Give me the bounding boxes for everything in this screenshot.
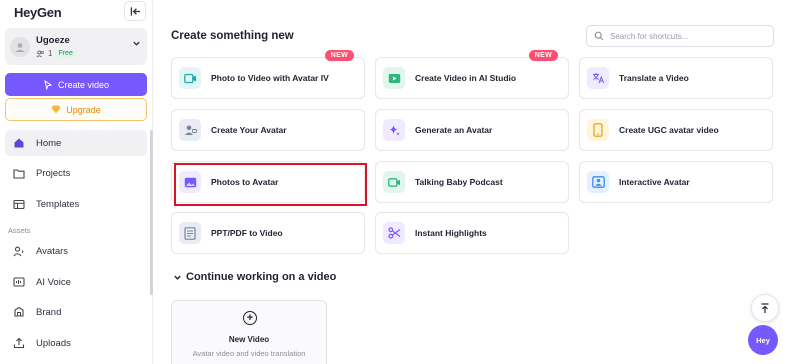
create-avatar-icon <box>179 119 201 141</box>
sidebar: HeyGen Ugoeze 1 Free Create video Upgrad… <box>0 0 153 364</box>
collapse-sidebar-button[interactable] <box>124 1 146 21</box>
templates-icon <box>13 199 25 209</box>
collapse-icon <box>130 6 140 16</box>
sidebar-item-label: AI Voice <box>36 276 71 288</box>
card-ppt-pdf-to-video[interactable]: PPT/PDF to Video <box>171 212 365 254</box>
sidebar-item-templates[interactable]: Templates <box>5 191 147 217</box>
card-label: Create Video in AI Studio <box>415 73 517 83</box>
sidebar-item-label: Projects <box>36 167 71 179</box>
heygen-logo[interactable]: HeyGen <box>14 5 62 20</box>
card-create-your-avatar[interactable]: Create Your Avatar <box>171 109 365 151</box>
workspace-meta: 1 Free <box>36 49 76 58</box>
sidebar-item-home[interactable]: Home <box>5 130 147 156</box>
card-label: Create Your Avatar <box>211 125 287 135</box>
card-label: Talking Baby Podcast <box>415 177 503 187</box>
translate-icon <box>587 67 609 89</box>
voice-icon <box>13 276 25 287</box>
workspace-member-count: 1 <box>48 49 53 58</box>
members-icon <box>36 50 44 57</box>
upgrade-label: Upgrade <box>66 104 101 115</box>
workspace-switcher[interactable]: Ugoeze 1 Free <box>5 28 147 65</box>
card-label: Create UGC avatar video <box>619 125 719 135</box>
scissors-icon <box>383 222 405 244</box>
sidebar-item-label: Uploads <box>36 337 71 349</box>
sparkle-icon <box>383 119 405 141</box>
chevron-down-icon <box>133 41 140 46</box>
new-video-subtitle: Avatar video and video translation <box>192 349 306 358</box>
new-badge: NEW <box>324 50 354 61</box>
cursor-icon <box>44 79 53 90</box>
diamond-icon <box>51 105 61 114</box>
continue-working-header[interactable]: Continue working on a video <box>173 271 336 283</box>
search-input[interactable] <box>610 31 760 41</box>
workspace-avatar <box>10 37 30 57</box>
plan-badge: Free <box>55 49 76 58</box>
card-label: Translate a Video <box>619 73 689 83</box>
home-icon <box>14 138 24 148</box>
sidebar-item-projects[interactable]: Projects <box>5 160 147 186</box>
sidebar-scrollbar[interactable] <box>150 130 153 295</box>
new-badge: NEW <box>528 50 558 61</box>
sidebar-item-label: Brand <box>36 306 62 318</box>
card-interactive-avatar[interactable]: Interactive Avatar <box>579 161 773 203</box>
avatar-icon <box>13 246 24 256</box>
shortcut-search[interactable] <box>586 25 774 47</box>
page-title: Create something new <box>171 30 294 42</box>
new-video-title: New Video <box>228 335 270 344</box>
sidebar-item-brand[interactable]: Brand <box>5 299 147 325</box>
card-talking-baby-podcast[interactable]: Talking Baby Podcast <box>375 161 569 203</box>
phone-icon <box>587 119 609 141</box>
sidebar-item-label: Templates <box>36 198 80 210</box>
sidebar-item-ai-voice[interactable]: AI Voice <box>5 269 147 295</box>
hey-assistant-button[interactable]: Hey <box>748 325 778 355</box>
card-translate-video[interactable]: Translate a Video <box>579 57 773 99</box>
search-icon <box>594 31 604 41</box>
arrow-up-icon <box>761 302 769 313</box>
sidebar-item-label: Avatars <box>36 245 69 257</box>
sidebar-item-avatars[interactable]: Avatars <box>5 238 147 264</box>
workspace-name: Ugoeze <box>36 35 70 46</box>
card-label: Interactive Avatar <box>619 177 690 187</box>
create-video-button[interactable]: Create video <box>5 73 147 96</box>
card-label: Generate an Avatar <box>415 125 493 135</box>
sidebar-item-label: Home <box>36 137 62 149</box>
brand-icon <box>14 306 24 317</box>
scroll-to-top-button[interactable] <box>751 294 779 322</box>
ai-studio-icon <box>383 67 405 89</box>
folder-icon <box>13 168 25 179</box>
card-generate-avatar[interactable]: Generate an Avatar <box>375 109 569 151</box>
plus-icon: + <box>243 311 257 325</box>
continue-title: Continue working on a video <box>186 271 337 283</box>
upload-icon <box>13 337 25 349</box>
photo-video-icon <box>179 67 201 89</box>
new-video-card[interactable]: + New Video Avatar video and video trans… <box>171 300 327 364</box>
highlight-annotation <box>174 163 367 206</box>
card-label: Photo to Video with Avatar IV <box>211 73 329 83</box>
card-label: PPT/PDF to Video <box>211 228 283 238</box>
card-photo-to-video-avatar-iv[interactable]: Photo to Video with Avatar IV NEW <box>171 50 365 99</box>
card-label: Instant Highlights <box>415 228 487 238</box>
interactive-avatar-icon <box>587 171 609 193</box>
assets-section-label: Assets <box>8 226 31 235</box>
sidebar-item-uploads[interactable]: Uploads <box>5 330 147 356</box>
card-create-video-ai-studio[interactable]: Create Video in AI Studio NEW <box>375 50 569 99</box>
document-icon <box>179 222 201 244</box>
card-create-ugc-avatar-video[interactable]: Create UGC avatar video <box>579 109 773 151</box>
upgrade-button[interactable]: Upgrade <box>5 98 147 121</box>
chevron-down-icon <box>174 275 181 280</box>
create-video-label: Create video <box>57 79 110 90</box>
video-camera-icon <box>383 171 405 193</box>
card-instant-highlights[interactable]: Instant Highlights <box>375 212 569 254</box>
